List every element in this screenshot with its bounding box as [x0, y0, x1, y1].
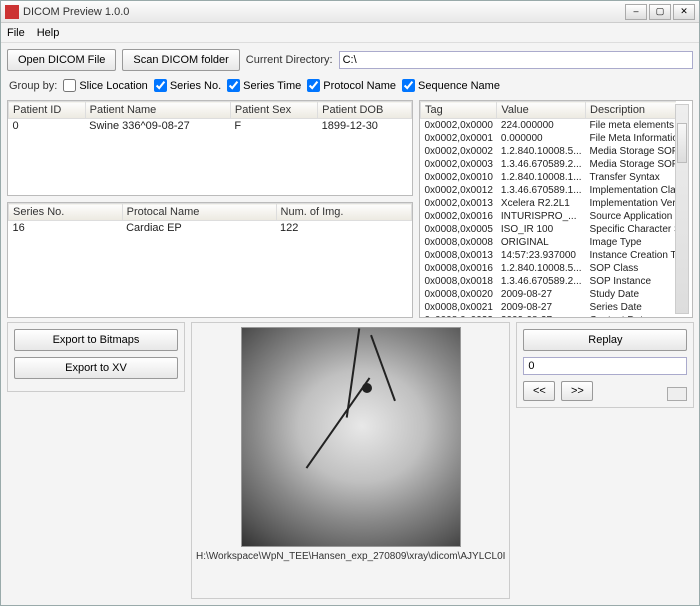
- table-row[interactable]: 0x0008,0x00202009-08-27Study Date: [421, 288, 677, 301]
- table-row[interactable]: 0x0002,0x0000224.000000File meta element…: [421, 119, 677, 133]
- export-panel: Export to Bitmaps Export to XV: [7, 322, 185, 392]
- menu-help[interactable]: Help: [37, 27, 60, 39]
- app-window: DICOM Preview 1.0.0 – ▢ ✕ File Help Open…: [0, 0, 700, 606]
- table-row[interactable]: 0Swine 336^09-08-27F1899-12-30: [9, 119, 412, 134]
- table-row[interactable]: 0x0002,0x00021.2.840.10008.5...Media Sto…: [421, 145, 677, 158]
- tag-table-panel[interactable]: Tag Value Description 0x0002,0x0000224.0…: [419, 100, 693, 318]
- chk-slice-location[interactable]: Slice Location: [63, 79, 148, 92]
- current-directory-label: Current Directory:: [246, 54, 333, 66]
- export-xv-button[interactable]: Export to XV: [14, 357, 178, 379]
- table-row[interactable]: 0x0008,0x0008ORIGINALImage Type: [421, 236, 677, 249]
- col-description[interactable]: Description: [586, 102, 676, 119]
- scan-dicom-button[interactable]: Scan DICOM folder: [122, 49, 239, 71]
- current-directory-input[interactable]: [339, 51, 693, 69]
- titlebar[interactable]: DICOM Preview 1.0.0 – ▢ ✕: [1, 1, 699, 23]
- table-row[interactable]: 0x0002,0x00031.3.46.670589.2...Media Sto…: [421, 158, 677, 171]
- app-icon: [5, 5, 19, 19]
- table-row[interactable]: 0x0008,0x00161.2.840.10008.5...SOP Class: [421, 262, 677, 275]
- table-row[interactable]: 0x0008,0x00181.3.46.670589.2...SOP Insta…: [421, 275, 677, 288]
- replay-button[interactable]: Replay: [523, 329, 687, 351]
- group-by-label: Group by:: [9, 80, 57, 92]
- menu-file[interactable]: File: [7, 27, 25, 39]
- toolbar: Open DICOM File Scan DICOM folder Curren…: [7, 49, 693, 71]
- chk-series-no[interactable]: Series No.: [154, 79, 221, 92]
- table-row[interactable]: 0x0008,0x0005ISO_IR 100Specific Characte…: [421, 223, 677, 236]
- minimize-button[interactable]: –: [625, 4, 647, 20]
- table-row[interactable]: 0x0002,0x00121.3.46.670589.1...Implement…: [421, 184, 677, 197]
- prev-frame-button[interactable]: <<: [523, 381, 555, 401]
- patient-table-panel[interactable]: Patient ID Patient Name Patient Sex Pati…: [7, 100, 413, 196]
- col-value[interactable]: Value: [497, 102, 586, 119]
- scrollbar-thumb[interactable]: [677, 123, 687, 163]
- col-num-img[interactable]: Num. of Img.: [276, 204, 411, 221]
- frame-number[interactable]: 0: [523, 357, 687, 375]
- table-row[interactable]: 0x0002,0x00101.2.840.10008.1...Transfer …: [421, 171, 677, 184]
- table-row[interactable]: 0x0002,0x0016INTURISPRO_...Source Applic…: [421, 210, 677, 223]
- open-dicom-button[interactable]: Open DICOM File: [7, 49, 116, 71]
- next-frame-button[interactable]: >>: [561, 381, 593, 401]
- table-row[interactable]: 0x0002,0x0013Xcelera R2.2L1Implementatio…: [421, 197, 677, 210]
- preview-path: H:\Workspace\WpN_TEE\Hansen_exp_270809\x…: [196, 547, 505, 562]
- chk-sequence-name[interactable]: Sequence Name: [402, 79, 500, 92]
- image-preview: [241, 327, 461, 547]
- resize-grip[interactable]: [667, 387, 687, 401]
- table-row[interactable]: 0x0002,0x00010.000000File Meta Informati…: [421, 132, 677, 145]
- scrollbar[interactable]: [675, 104, 689, 314]
- chk-protocol-name[interactable]: Protocol Name: [307, 79, 396, 92]
- col-protocol-name[interactable]: Protocal Name: [122, 204, 276, 221]
- patient-table: Patient ID Patient Name Patient Sex Pati…: [8, 101, 412, 133]
- group-by-row: Group by: Slice Location Series No. Seri…: [7, 75, 693, 96]
- series-table: Series No. Protocal Name Num. of Img. 16…: [8, 203, 412, 235]
- menubar: File Help: [1, 23, 699, 43]
- tag-table: Tag Value Description 0x0002,0x0000224.0…: [420, 101, 676, 317]
- preview-panel: H:\Workspace\WpN_TEE\Hansen_exp_270809\x…: [191, 322, 510, 599]
- chk-series-time[interactable]: Series Time: [227, 79, 301, 92]
- player-panel: Replay 0 << >>: [516, 322, 694, 408]
- col-tag[interactable]: Tag: [421, 102, 497, 119]
- col-patient-dob[interactable]: Patient DOB: [318, 102, 412, 119]
- col-patient-sex[interactable]: Patient Sex: [230, 102, 317, 119]
- col-series-no[interactable]: Series No.: [9, 204, 123, 221]
- maximize-button[interactable]: ▢: [649, 4, 671, 20]
- table-row[interactable]: 0x0008,0x00212009-08-27Series Date: [421, 301, 677, 314]
- col-patient-name[interactable]: Patient Name: [85, 102, 230, 119]
- table-row[interactable]: 16Cardiac EP122: [9, 221, 412, 236]
- table-row[interactable]: 0x0008,0x00232009-08-27Content Date: [421, 314, 677, 317]
- export-bitmaps-button[interactable]: Export to Bitmaps: [14, 329, 178, 351]
- window-title: DICOM Preview 1.0.0: [23, 6, 625, 18]
- table-row[interactable]: 0x0008,0x001314:57:23.937000Instance Cre…: [421, 249, 677, 262]
- series-table-panel[interactable]: Series No. Protocal Name Num. of Img. 16…: [7, 202, 413, 318]
- close-button[interactable]: ✕: [673, 4, 695, 20]
- col-patient-id[interactable]: Patient ID: [9, 102, 86, 119]
